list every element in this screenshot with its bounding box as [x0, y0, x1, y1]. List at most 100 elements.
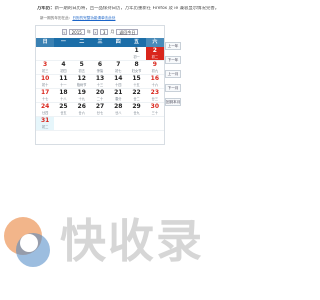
day-number: 21	[114, 89, 123, 96]
day-cell-11[interactable]: 11 十一	[54, 75, 73, 89]
day-cell-24[interactable]: 24 廿四	[36, 103, 55, 117]
day-number: 7	[116, 61, 121, 68]
day-cell-7[interactable]: 7 初七	[109, 61, 128, 75]
sub-line: 新一期的年历在此：日历的完整功能请单击此处	[40, 16, 115, 21]
page: 万年历：新一期的日历将，且一品保持日历，万年历重新在 Firefox 及 ie …	[0, 0, 300, 300]
lunar-label: 十九	[78, 97, 85, 101]
day-number: 14	[114, 75, 123, 82]
side-button-4[interactable]: 回到本月	[165, 98, 181, 106]
s-swirl-icon	[4, 217, 50, 267]
day-cell-empty	[36, 47, 55, 61]
lunar-label: 廿七	[96, 111, 104, 115]
full-calendar-link[interactable]: 日历的完整功能请单击此处	[72, 16, 115, 20]
day-grid: 1 初一 2 初二 3 初三 4 初四 5 初五 6 惊蛰 7 初七 8 妇女节 9 初九 10 初十 11 十一 12 植树…	[36, 47, 164, 131]
day-cell-25[interactable]: 25 廿五	[54, 103, 73, 117]
day-cell-27[interactable]: 27 廿七	[90, 103, 110, 117]
lunar-label: 三十	[151, 111, 159, 115]
day-cell-empty	[72, 117, 91, 131]
prev-year-arrow[interactable]: ‹	[61, 28, 67, 35]
side-button-1[interactable]: 下一年	[165, 56, 181, 64]
day-cell-1[interactable]: 1 初一	[127, 47, 146, 61]
side-button-0[interactable]: 上一年	[165, 42, 181, 50]
day-cell-3[interactable]: 3 初三	[36, 61, 55, 75]
day-cell-26[interactable]: 26 廿六	[72, 103, 91, 117]
day-cell-16[interactable]: 16 十六	[145, 75, 164, 89]
lunar-label: 初七	[115, 69, 122, 73]
day-cell-17[interactable]: 17 十七	[36, 89, 55, 103]
day-number: 26	[77, 103, 86, 110]
day-cell-empty	[54, 47, 73, 61]
weekday-header: 日一 二 三 四 五六	[36, 38, 164, 47]
day-number: 23	[150, 89, 160, 96]
day-cell-empty	[127, 117, 146, 131]
day-number: 8	[134, 61, 139, 68]
day-cell-empty	[90, 117, 110, 131]
day-cell-8[interactable]: 8 妇女节	[127, 61, 146, 75]
day-number: 9	[152, 61, 157, 68]
day-cell-21[interactable]: 21 春分	[109, 89, 128, 103]
day-cell-6[interactable]: 6 惊蛰	[90, 61, 110, 75]
day-cell-29[interactable]: 29 廿九	[127, 103, 146, 117]
day-cell-12[interactable]: 12 植树节	[72, 75, 91, 89]
lunar-label: 十一	[60, 83, 67, 87]
day-number: 29	[132, 103, 141, 110]
lunar-label: 二十	[96, 97, 104, 101]
lunar-label: 初十	[41, 83, 49, 87]
intro-text: 万年历：新一期的日历将，且一品保持日历，万年历重新在 Firefox 及 ie …	[37, 6, 277, 12]
calendar-controls: ‹ 2015 年 › 3 月 返回今日	[36, 26, 164, 37]
lunar-label: 初二	[41, 125, 49, 129]
day-number: 15	[132, 75, 141, 82]
day-number: 25	[59, 103, 68, 110]
year-select[interactable]: 2015	[68, 28, 85, 35]
day-cell-5[interactable]: 5 初五	[72, 61, 91, 75]
lunar-label: 植树节	[76, 83, 87, 87]
day-number: 18	[59, 89, 68, 96]
day-number: 4	[61, 61, 66, 68]
lunar-label: 十五	[133, 83, 140, 87]
day-cell-22[interactable]: 22 廿二	[127, 89, 146, 103]
lunar-label: 廿四	[41, 111, 49, 115]
day-cell-2[interactable]: 2 初二	[145, 47, 164, 61]
day-number: 3	[43, 61, 48, 68]
day-number: 31	[40, 117, 50, 124]
day-cell-14[interactable]: 14 十四	[109, 75, 128, 89]
day-number: 24	[40, 103, 50, 110]
back-today-button[interactable]: 返回今日	[116, 28, 139, 35]
day-cell-empty	[109, 117, 128, 131]
day-cell-10[interactable]: 10 初十	[36, 75, 55, 89]
day-cell-28[interactable]: 28 廿八	[109, 103, 128, 117]
day-cell-4[interactable]: 4 初四	[54, 61, 73, 75]
weekday-2: 二	[79, 39, 85, 45]
weekday-1: 一	[60, 39, 66, 45]
day-cell-30[interactable]: 30 三十	[145, 103, 164, 117]
lunar-label: 廿八	[115, 111, 122, 115]
lunar-label: 十三	[96, 83, 104, 87]
side-button-3[interactable]: 下一月	[165, 84, 181, 92]
day-cell-9[interactable]: 9 初九	[145, 61, 164, 75]
weekday-6: 六	[145, 38, 164, 47]
year-suffix: 年	[86, 28, 91, 34]
month-select[interactable]: 3	[99, 28, 109, 35]
side-button-2[interactable]: 上一月	[165, 70, 181, 78]
weekday-0: 日	[36, 38, 55, 47]
day-cell-13[interactable]: 13 十三	[90, 75, 110, 89]
next-year-arrow[interactable]: ›	[92, 28, 98, 35]
day-number: 1	[134, 47, 139, 54]
day-cell-23[interactable]: 23 廿三	[145, 89, 164, 103]
lunar-label: 廿二	[133, 97, 140, 101]
intro-bold: 万年历：	[37, 6, 55, 11]
day-number: 10	[40, 75, 50, 82]
day-cell-31[interactable]: 31 初二	[36, 117, 55, 131]
day-cell-15[interactable]: 15 十五	[127, 75, 146, 89]
lunar-label: 初一	[133, 55, 140, 59]
day-cell-empty	[54, 117, 73, 131]
day-cell-20[interactable]: 20 二十	[90, 89, 110, 103]
day-number: 11	[59, 75, 68, 82]
lunar-label: 十八	[60, 97, 67, 101]
day-cell-empty	[109, 47, 128, 61]
lunar-label: 十四	[115, 83, 122, 87]
day-cell-empty	[72, 47, 91, 61]
day-number: 22	[132, 89, 141, 96]
day-cell-18[interactable]: 18 十八	[54, 89, 73, 103]
day-cell-19[interactable]: 19 十九	[72, 89, 91, 103]
